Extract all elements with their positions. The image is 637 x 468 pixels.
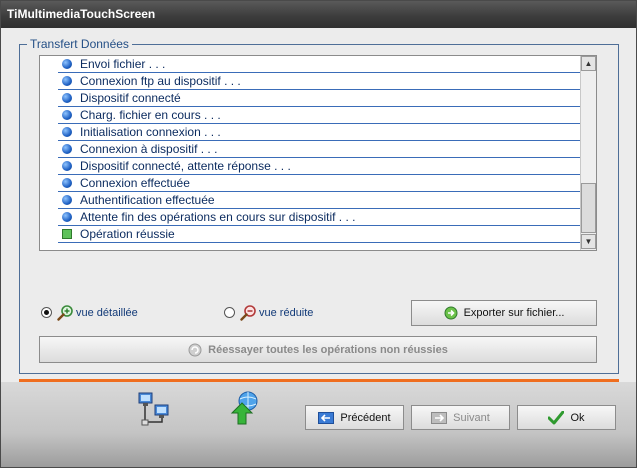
- checkmark-icon: [548, 410, 565, 424]
- main-panel: Transfert Données Envoi fichier . . . Co…: [1, 28, 636, 380]
- list-item[interactable]: Charg. fichier en cours . . .: [58, 107, 580, 124]
- list-item[interactable]: Connexion ftp au dispositif . . .: [58, 73, 580, 90]
- list-item[interactable]: Connexion effectuée: [58, 175, 580, 192]
- reduced-view-label[interactable]: vue réduite: [259, 307, 313, 319]
- reduced-view-radio[interactable]: [224, 307, 235, 318]
- app-window: TiMultimediaTouchScreen Transfert Donnée…: [0, 0, 637, 468]
- vertical-scrollbar[interactable]: ▲ ▼: [580, 56, 596, 250]
- detailed-view-label[interactable]: vue détaillée: [76, 307, 138, 319]
- bottom-toolbar: Précédent Suivant Ok: [1, 382, 636, 467]
- list-item[interactable]: Attente fin des opérations en cours sur …: [58, 209, 580, 226]
- scroll-up-arrow-icon[interactable]: ▲: [581, 56, 596, 71]
- blue-dot-icon: [62, 127, 72, 137]
- green-square-icon: [62, 229, 72, 239]
- upload-globe-icon: [230, 391, 258, 425]
- blue-dot-icon: [62, 110, 72, 120]
- zoom-in-icon: [57, 305, 73, 321]
- previous-button-label: Précédent: [340, 411, 391, 424]
- zoom-out-icon: [240, 305, 256, 321]
- list-item[interactable]: Connexion à dispositif . . .: [58, 141, 580, 158]
- blue-dot-icon: [62, 93, 72, 103]
- blue-dot-icon: [62, 161, 72, 171]
- blue-dot-icon: [62, 144, 72, 154]
- blue-dot-icon: [62, 178, 72, 188]
- blue-dot-icon: [62, 59, 72, 69]
- group-legend: Transfert Données: [27, 37, 132, 51]
- list-item[interactable]: Initialisation connexion . . .: [58, 124, 580, 141]
- arrow-right-icon: [431, 411, 448, 424]
- arrow-left-icon: [318, 411, 335, 424]
- log-list[interactable]: Envoi fichier . . . Connexion ftp au dis…: [39, 55, 597, 251]
- previous-button[interactable]: Précédent: [305, 405, 404, 430]
- log-rows: Envoi fichier . . . Connexion ftp au dis…: [58, 56, 580, 243]
- retry-icon: [188, 343, 202, 356]
- scroll-down-arrow-icon[interactable]: ▼: [581, 234, 596, 249]
- list-item[interactable]: Dispositif connecté, attente réponse . .…: [58, 158, 580, 175]
- export-button-label: Exporter sur fichier...: [463, 307, 565, 319]
- title-bar: TiMultimediaTouchScreen: [1, 1, 636, 28]
- next-button[interactable]: Suivant: [411, 405, 510, 430]
- list-item[interactable]: Authentification effectuée: [58, 192, 580, 209]
- detailed-view-radio[interactable]: [41, 307, 52, 318]
- ok-button-label: Ok: [570, 411, 585, 424]
- next-button-label: Suivant: [453, 411, 490, 424]
- blue-dot-icon: [62, 76, 72, 86]
- retry-failed-operations-button[interactable]: Réessayer toutes les opérations non réus…: [39, 336, 597, 363]
- export-arrow-icon: [444, 306, 458, 320]
- list-item[interactable]: Dispositif connecté: [58, 90, 580, 107]
- blue-dot-icon: [62, 212, 72, 222]
- network-computers-icon: [138, 392, 169, 426]
- window-title: TiMultimediaTouchScreen: [7, 7, 156, 21]
- ok-button[interactable]: Ok: [517, 405, 616, 430]
- export-to-file-button[interactable]: Exporter sur fichier...: [411, 300, 597, 326]
- list-item[interactable]: Opération réussie: [58, 226, 580, 243]
- list-item[interactable]: Envoi fichier . . .: [58, 56, 580, 73]
- scroll-thumb[interactable]: [581, 183, 596, 233]
- retry-button-label: Réessayer toutes les opérations non réus…: [208, 343, 448, 356]
- blue-dot-icon: [62, 195, 72, 205]
